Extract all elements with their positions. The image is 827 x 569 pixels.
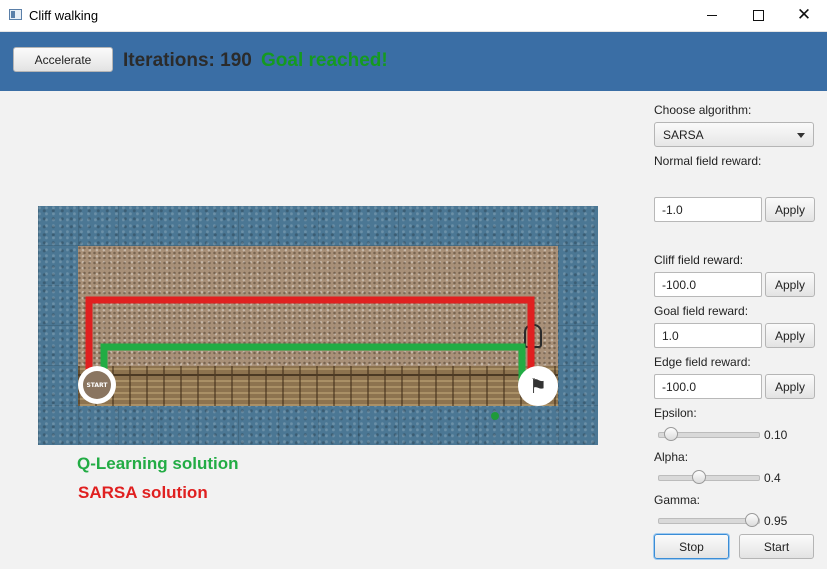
- sarsa-path: [85, 296, 535, 384]
- gamma-slider-handle[interactable]: [745, 513, 759, 527]
- window-title: Cliff walking: [29, 8, 99, 23]
- start-label: START: [83, 371, 111, 399]
- normal-reward-input[interactable]: -1.0: [654, 197, 762, 222]
- cliff-reward-label: Cliff field reward:: [654, 253, 744, 267]
- maximize-button[interactable]: [735, 0, 781, 31]
- legend-q-learning: Q-Learning solution: [77, 454, 239, 473]
- epsilon-value: 0.10: [764, 428, 788, 442]
- q-learning-path: [100, 343, 526, 384]
- algorithm-value: SARSA: [663, 128, 704, 142]
- edge-reward-input[interactable]: -100.0: [654, 374, 762, 399]
- legend-sarsa: SARSA solution: [78, 483, 208, 502]
- goal-reward-label: Goal field reward:: [654, 304, 749, 318]
- start-button[interactable]: Start: [739, 534, 814, 559]
- algorithm-label: Choose algorithm:: [654, 103, 752, 117]
- start-cell: START: [78, 366, 116, 404]
- chevron-down-icon: [797, 133, 805, 138]
- gamma-value: 0.95: [764, 514, 788, 528]
- normal-reward-label: Normal field reward:: [654, 154, 762, 168]
- goal-cell: ⚑: [518, 366, 558, 406]
- stop-button[interactable]: Stop: [654, 534, 729, 559]
- epsilon-slider[interactable]: [658, 427, 760, 441]
- edge-reward-label: Edge field reward:: [654, 355, 751, 369]
- goal-reward-input[interactable]: 1.0: [654, 323, 762, 348]
- app-window-icon: [9, 9, 22, 20]
- epsilon-slider-handle[interactable]: [664, 427, 678, 441]
- minimize-button[interactable]: [689, 0, 735, 31]
- algorithm-select[interactable]: SARSA: [654, 122, 814, 147]
- epsilon-label: Epsilon:: [654, 406, 697, 420]
- iterations-counter: Iterations: 190: [123, 50, 252, 71]
- status-text: Goal reached!: [261, 50, 388, 71]
- gamma-label: Gamma:: [654, 493, 701, 507]
- gamma-slider[interactable]: [658, 513, 760, 527]
- checkered-flag-icon: ⚑: [529, 374, 547, 398]
- maximize-icon: [752, 10, 764, 21]
- title-bar: Cliff walking ✕: [0, 0, 827, 32]
- close-icon: ✕: [796, 5, 812, 25]
- solution-paths: [85, 296, 535, 384]
- cliff-apply-button[interactable]: Apply: [765, 272, 815, 297]
- edge-apply-button[interactable]: Apply: [765, 374, 815, 399]
- goal-apply-button[interactable]: Apply: [765, 323, 815, 348]
- normal-apply-button[interactable]: Apply: [765, 197, 815, 222]
- header-bar: Accelerate Iterations: 190 Goal reached!: [0, 32, 827, 91]
- agent-marker: [491, 412, 499, 420]
- close-button[interactable]: ✕: [781, 0, 827, 31]
- accelerate-button[interactable]: Accelerate: [13, 47, 113, 72]
- alpha-label: Alpha:: [654, 450, 689, 464]
- alpha-value: 0.4: [764, 471, 781, 485]
- alpha-slider[interactable]: [658, 470, 760, 484]
- alpha-slider-handle[interactable]: [692, 470, 706, 484]
- minimize-icon: [707, 15, 717, 16]
- cliff-reward-input[interactable]: -100.0: [654, 272, 762, 297]
- grid-board: START ⚑: [38, 206, 598, 445]
